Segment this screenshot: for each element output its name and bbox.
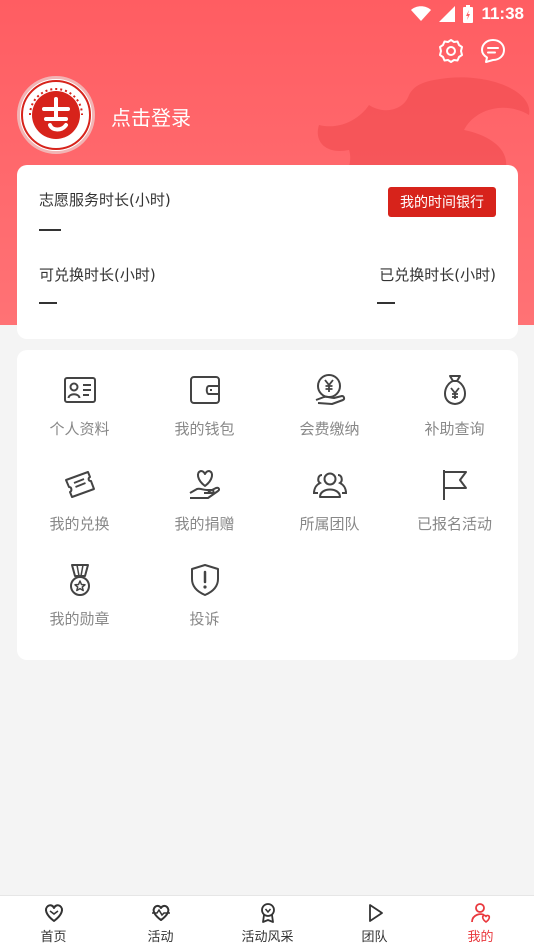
profile-heart-icon (470, 903, 490, 923)
tab-activity-highlights[interactable]: 活动风采 (214, 896, 321, 950)
tab-label: 首页 (40, 930, 67, 945)
home-heart-icon (44, 904, 63, 922)
menu-label: 会费缴纳 (299, 420, 360, 438)
tab-label: 活动风采 (241, 930, 294, 945)
menu-label: 投诉 (189, 610, 220, 628)
menu-item-membership-fee[interactable]: 会费缴纳 (267, 372, 392, 462)
feature-menu-card: 个人资料 我的钱包 会费缴纳 补助查询 我的兑换 我的捐赠 所属团队 已报名活动… (17, 350, 518, 660)
exchanged-hours-value (377, 302, 395, 304)
money-bag-icon (443, 375, 466, 406)
menu-item-my-donation[interactable]: 我的捐赠 (142, 467, 267, 557)
avatar[interactable] (17, 76, 95, 154)
yen-hand-icon (315, 374, 345, 405)
medal-icon (69, 564, 90, 596)
exchanged-hours-label: 已兑换时长(小时) (379, 266, 496, 284)
menu-label: 已报名活动 (416, 515, 492, 533)
heart-hand-icon (189, 470, 220, 499)
menu-label: 我的钱包 (174, 420, 235, 438)
group-icon (312, 472, 347, 498)
wallet-icon (189, 376, 220, 404)
service-hours-label: 志愿服务时长(小时) (39, 191, 171, 209)
play-icon (368, 904, 383, 922)
menu-item-complaint[interactable]: 投诉 (142, 562, 267, 652)
exchangeable-hours-value (39, 302, 57, 304)
tab-label: 活动 (147, 930, 174, 945)
exchangeable-hours-label: 可兑换时长(小时) (39, 266, 156, 284)
tab-team[interactable]: 团队 (321, 896, 428, 950)
login-link[interactable]: 点击登录 (111, 102, 191, 131)
tab-mine[interactable]: 我的 (427, 896, 534, 950)
tab-activities[interactable]: 活动 (107, 896, 214, 950)
menu-label: 我的捐赠 (174, 515, 235, 533)
tab-label: 我的 (467, 930, 494, 945)
flag-icon (442, 470, 467, 500)
service-hours-card: 志愿服务时长(小时) 我的时间银行 可兑换时长(小时) 已兑换时长(小时) (17, 165, 518, 339)
ticket-icon (64, 471, 95, 498)
id-card-icon (63, 377, 96, 403)
menu-item-subsidy-query[interactable]: 补助查询 (392, 372, 517, 462)
menu-item-my-team[interactable]: 所属团队 (267, 467, 392, 557)
settings-gear-icon[interactable] (438, 38, 464, 64)
status-time: 11:38 (481, 4, 524, 23)
status-bar: 11:38 (0, 0, 534, 28)
menu-item-my-exchange[interactable]: 我的兑换 (17, 467, 142, 557)
menu-label: 个人资料 (49, 420, 110, 438)
menu-label: 所属团队 (299, 515, 360, 533)
menu-item-profile[interactable]: 个人资料 (17, 372, 142, 462)
menu-label: 补助查询 (424, 420, 485, 438)
activity-heart-icon (151, 904, 170, 921)
shield-alert-icon (190, 564, 219, 596)
wifi-icon (411, 6, 432, 21)
menu-item-wallet[interactable]: 我的钱包 (142, 372, 267, 462)
signal-icon (439, 6, 456, 22)
china-volunteer-logo (21, 80, 91, 150)
bottom-tab-bar: 首页 活动 活动风采 团队 我的 (0, 895, 534, 950)
tab-home[interactable]: 首页 (0, 896, 107, 950)
service-hours-value (39, 229, 61, 231)
menu-item-registered-activities[interactable]: 已报名活动 (392, 467, 517, 557)
message-icon[interactable] (480, 38, 506, 64)
menu-item-my-medals[interactable]: 我的勋章 (17, 562, 142, 652)
time-bank-button[interactable]: 我的时间银行 (388, 187, 496, 217)
badge-icon (260, 903, 275, 923)
menu-label: 我的勋章 (49, 610, 110, 628)
battery-icon (463, 5, 474, 23)
tab-label: 团队 (361, 930, 388, 945)
menu-label: 我的兑换 (49, 515, 110, 533)
